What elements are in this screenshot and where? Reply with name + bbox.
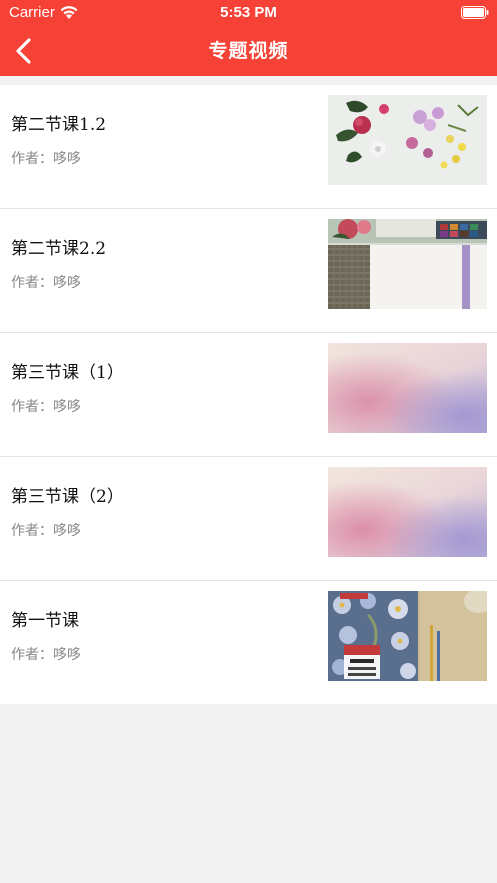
video-thumbnail[interactable] <box>328 467 487 557</box>
video-title: 第一节课 <box>11 611 79 631</box>
status-bar: Carrier 5:53 PM <box>0 0 497 26</box>
video-author: 作者：哆哆 <box>11 399 81 415</box>
video-list: 第二节课1.2 作者：哆哆 第二节课2.2 作者：哆哆 第三节课（1） 作者：哆… <box>0 85 497 704</box>
blurred-gradient <box>328 467 487 557</box>
video-thumbnail[interactable] <box>328 95 487 185</box>
paints-photo <box>328 219 487 309</box>
video-title: 第三节课（1） <box>11 363 124 383</box>
video-title: 第三节课（2） <box>11 487 124 507</box>
status-time: 5:53 PM <box>220 4 277 21</box>
video-thumbnail[interactable] <box>328 343 487 433</box>
video-title: 第二节课1.2 <box>11 115 107 135</box>
navigation-bar: 专题视频 <box>0 26 497 76</box>
video-title: 第二节课2.2 <box>11 239 107 259</box>
video-item[interactable]: 第三节课（2） 作者：哆哆 <box>0 457 497 581</box>
screen: Carrier 5:53 PM 专题视频 第二节课1.2 作者：哆哆 第二节课2… <box>0 0 497 883</box>
video-thumbnail[interactable] <box>328 219 487 309</box>
video-author: 作者：哆哆 <box>11 151 81 167</box>
battery-icon <box>461 6 489 19</box>
book-cover-photo <box>328 591 487 681</box>
video-author: 作者：哆哆 <box>11 647 81 663</box>
video-item[interactable]: 第三节课（1） 作者：哆哆 <box>0 333 497 457</box>
page-title: 专题视频 <box>208 40 289 62</box>
video-item[interactable]: 第二节课1.2 作者：哆哆 <box>0 85 497 209</box>
video-thumbnail[interactable] <box>328 591 487 681</box>
video-author: 作者：哆哆 <box>11 275 81 291</box>
video-author: 作者：哆哆 <box>11 523 81 539</box>
top-bar: Carrier 5:53 PM 专题视频 <box>0 0 497 76</box>
video-item[interactable]: 第二节课2.2 作者：哆哆 <box>0 209 497 333</box>
video-item[interactable]: 第一节课 作者：哆哆 <box>0 581 497 704</box>
flowers-photo <box>328 95 487 185</box>
blurred-gradient <box>328 343 487 433</box>
